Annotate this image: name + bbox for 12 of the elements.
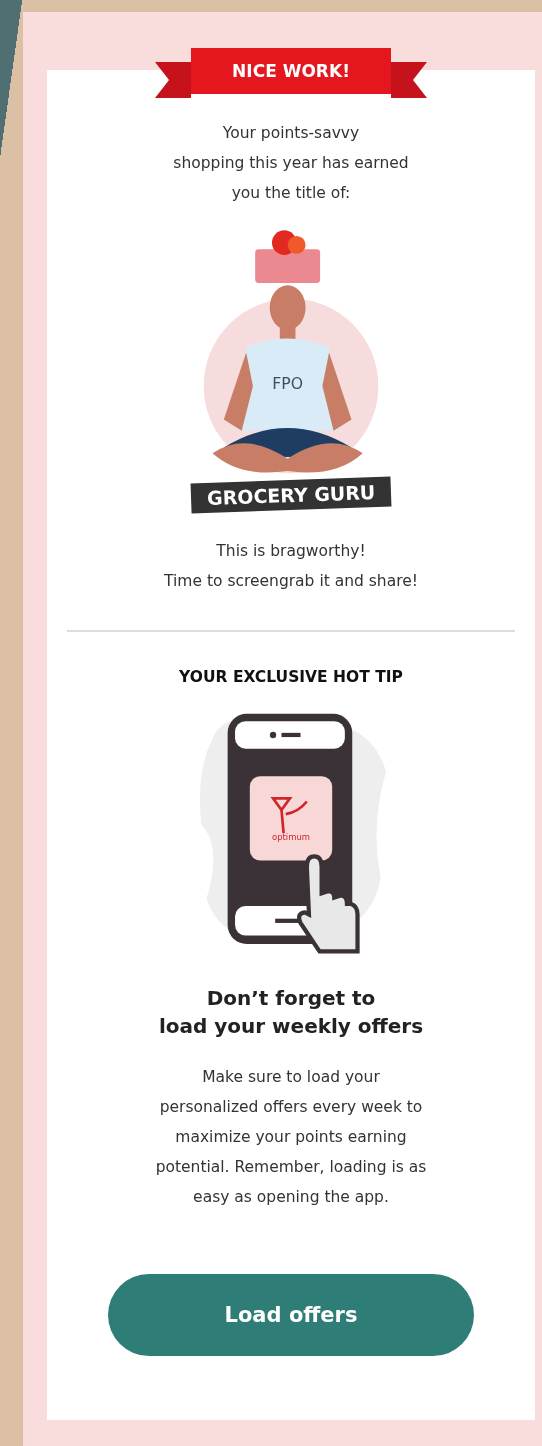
- ribbon-tail-icon: [155, 62, 191, 98]
- share-text: This is bragworthy! Time to screengrab it and share!: [164, 541, 418, 592]
- banner-title: NICE WORK!: [191, 48, 391, 94]
- award-title: GROCERY GURU: [190, 476, 392, 514]
- shirt-text: FPO: [272, 374, 304, 394]
- intro-text: Your points-savvy shopping this year has earned you the title of:: [173, 123, 409, 204]
- section-heading: YOUR EXCLUSIVE HOT TIP: [179, 668, 403, 686]
- ribbon-tail-icon: [391, 62, 427, 98]
- tip-title: Don’t forget to load your weekly offers: [158, 985, 424, 1040]
- app-logo-text: optimum: [272, 831, 310, 842]
- load-offers-button[interactable]: Load offers: [108, 1274, 474, 1356]
- tip-description: Make sure to load your personalized offers every week to maximize your points earning potential. Remember, loading is as easy as opening the app.: [155, 1067, 427, 1208]
